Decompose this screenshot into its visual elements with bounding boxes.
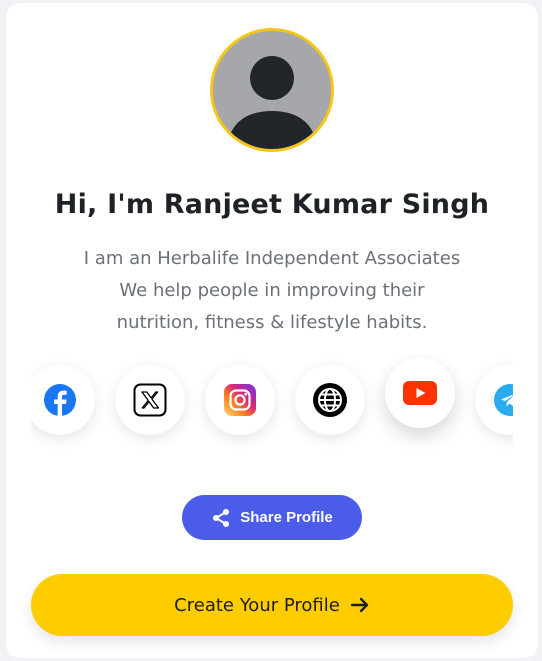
social-links-carousel[interactable]	[31, 353, 513, 453]
profile-bio: I am an Herbalife Independent Associates…	[6, 243, 538, 339]
create-profile-button[interactable]: Create Your Profile	[31, 574, 513, 636]
telegram-link[interactable]	[475, 365, 513, 435]
avatar	[210, 28, 334, 152]
arrow-right-icon	[350, 597, 369, 613]
bio-line: nutrition, fitness & lifestyle habits.	[116, 312, 428, 333]
facebook-icon	[44, 384, 76, 416]
share-profile-button[interactable]: Share Profile	[182, 495, 362, 540]
user-silhouette-icon	[213, 31, 331, 149]
youtube-link[interactable]	[385, 358, 455, 428]
create-profile-label: Create Your Profile	[174, 594, 340, 616]
instagram-link[interactable]	[205, 365, 275, 435]
globe-icon	[313, 383, 347, 417]
x-link[interactable]	[115, 365, 185, 435]
share-profile-label: Share Profile	[240, 509, 333, 526]
facebook-link[interactable]	[31, 365, 95, 435]
youtube-icon	[403, 381, 437, 405]
bio-line: I am an Herbalife Independent Associates	[83, 248, 461, 269]
share-icon	[213, 508, 230, 527]
instagram-icon	[224, 384, 256, 416]
bio-line: We help people in improving their	[119, 280, 425, 301]
profile-card: Hi, I'm Ranjeet Kumar Singh I am an Herb…	[6, 3, 538, 658]
website-link[interactable]	[295, 365, 365, 435]
x-icon	[133, 383, 167, 417]
profile-name: Hi, I'm Ranjeet Kumar Singh	[54, 189, 490, 220]
telegram-icon	[494, 384, 513, 416]
